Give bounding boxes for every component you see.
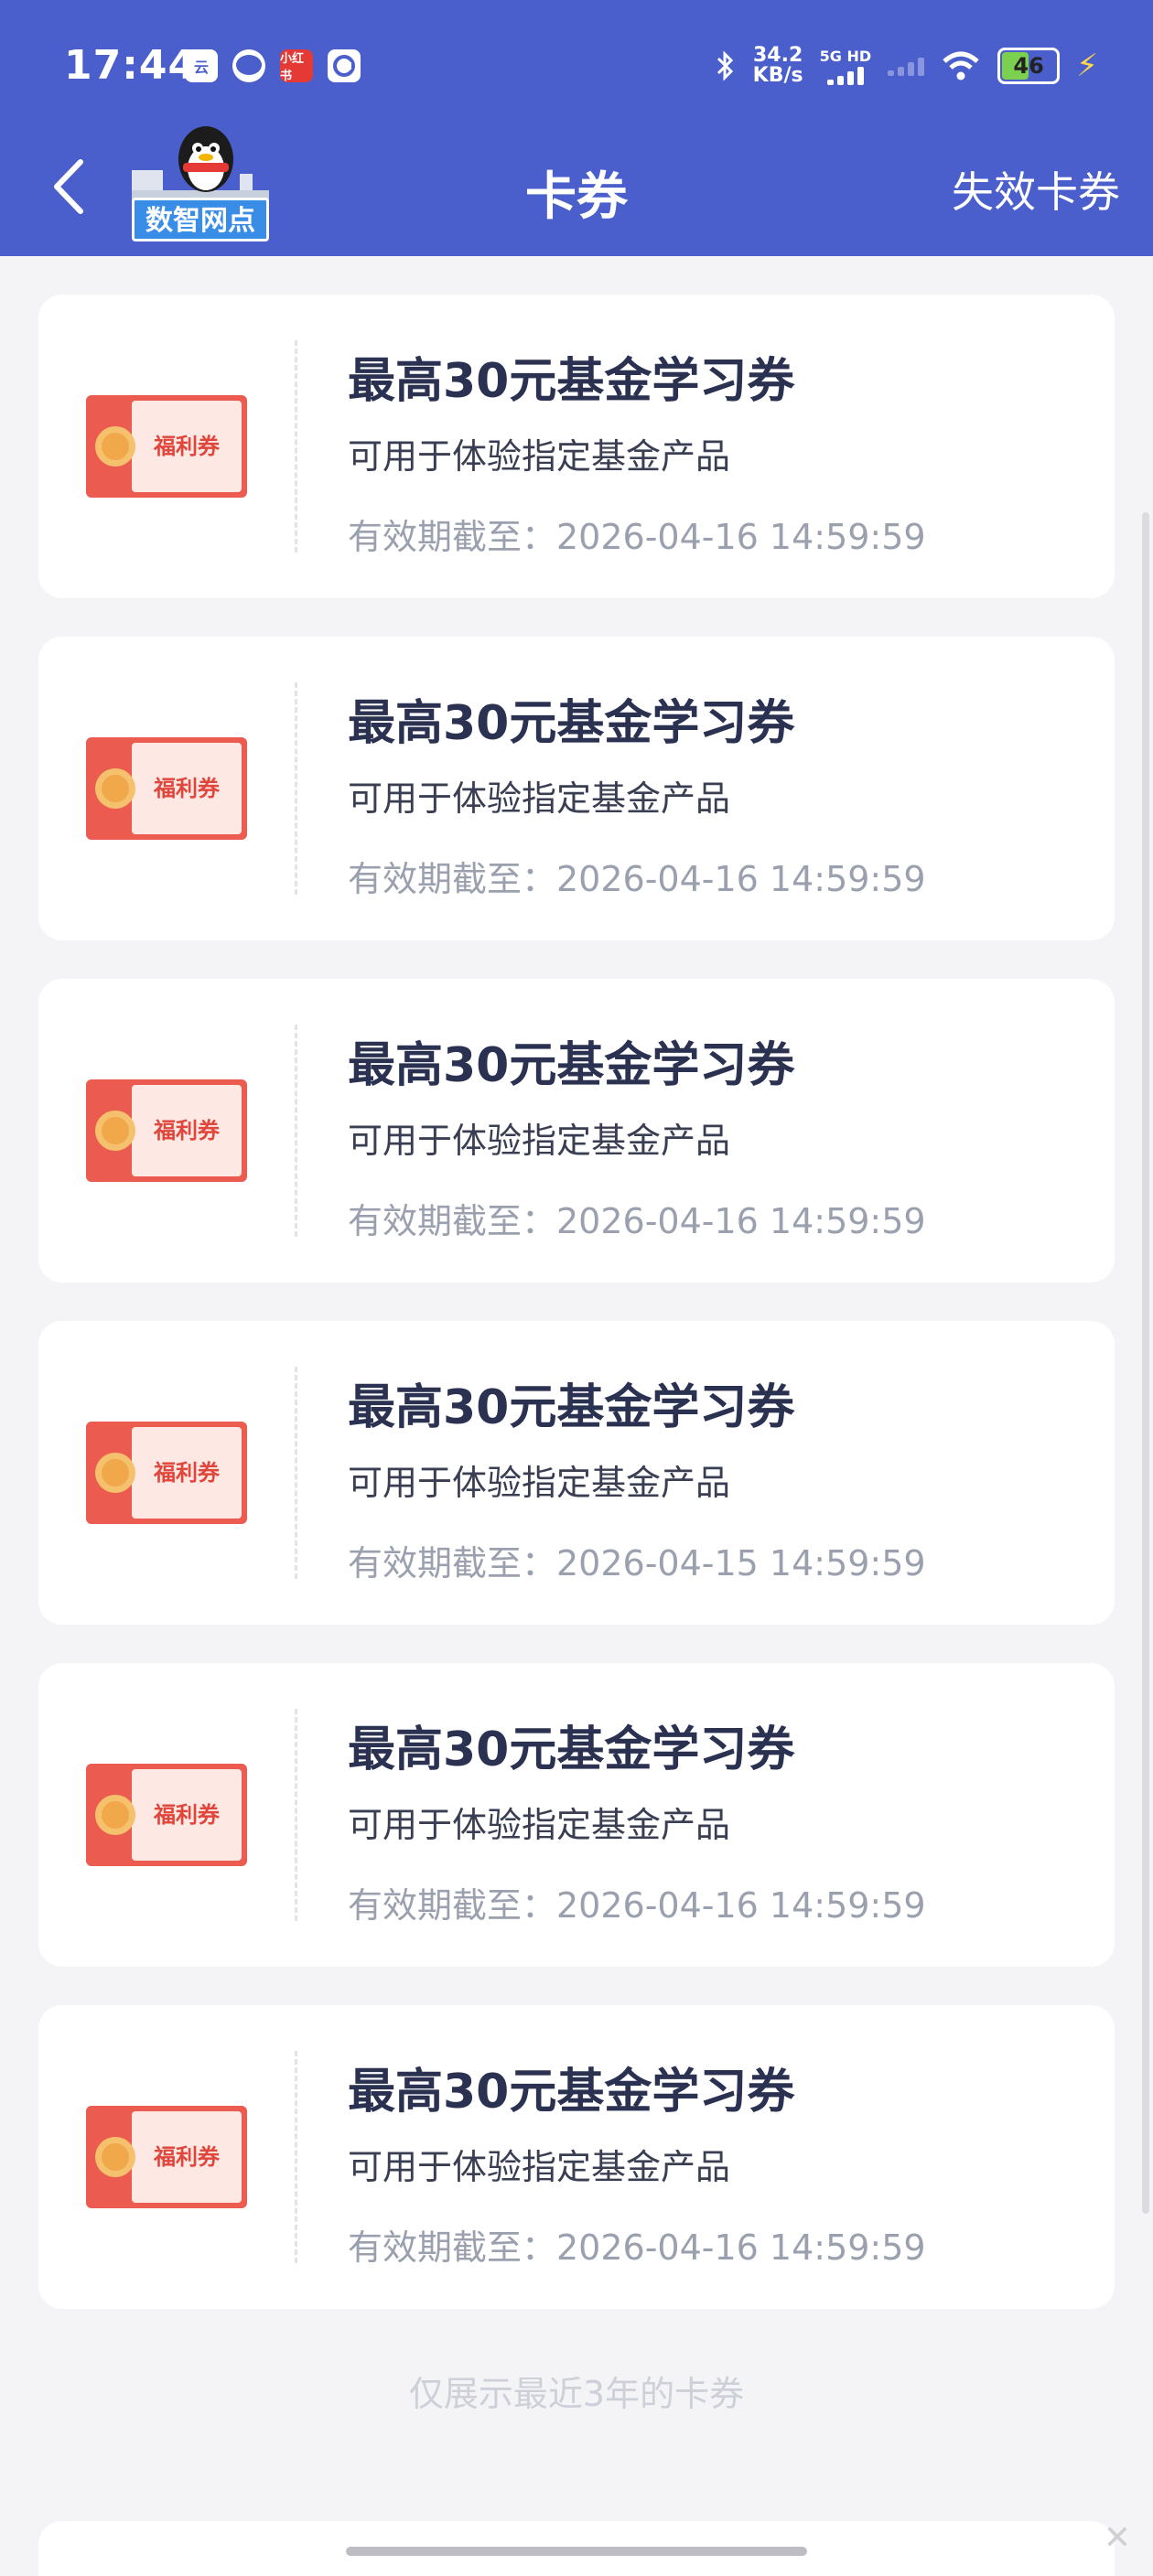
coupon-expiry: 有效期截至：2026-04-16 14:59:59 <box>348 1885 926 1926</box>
ticket-badge-text: 福利券 <box>153 1802 221 1828</box>
coupon-expiry: 有效期截至：2026-04-16 14:59:59 <box>348 859 926 899</box>
welfare-ticket-icon: 福利券 <box>86 1422 247 1524</box>
coupon-card[interactable]: 福利券 最高30元基金学习券 可用于体验指定基金产品 有效期截至：2026-04… <box>38 637 1115 940</box>
coupon-description: 可用于体验指定基金产品 <box>348 1805 731 1845</box>
scrollbar[interactable] <box>1142 512 1149 2214</box>
ticket-badge-text: 福利券 <box>153 776 221 801</box>
coupon-title: 最高30元基金学习券 <box>348 1723 795 1777</box>
coupon-title: 最高30元基金学习券 <box>348 1380 795 1435</box>
welfare-ticket-icon: 福利券 <box>86 1079 247 1182</box>
coupon-card[interactable]: 福利券 最高30元基金学习券 可用于体验指定基金产品 有效期截至：2026-04… <box>38 295 1115 598</box>
expired-coupons-link[interactable]: 失效卡券 <box>952 159 1120 220</box>
welfare-ticket-icon: 福利券 <box>86 2106 247 2208</box>
coupon-expiry: 有效期截至：2026-04-16 14:59:59 <box>348 2227 926 2268</box>
coupon-description: 可用于体验指定基金产品 <box>348 1121 731 1161</box>
coupon-title: 最高30元基金学习券 <box>348 2065 795 2120</box>
ticket-badge-text: 福利券 <box>153 1460 221 1486</box>
wifi-icon <box>943 51 979 80</box>
browser-app-icon <box>328 49 361 82</box>
coupon-title: 最高30元基金学习券 <box>348 1038 795 1093</box>
dashed-divider <box>295 682 297 895</box>
net-speed: 34.2 KB/s <box>753 46 803 86</box>
coupon-card[interactable]: 福利券 最高30元基金学习券 可用于体验指定基金产品 有效期截至：2026-04… <box>38 1321 1115 1625</box>
battery-icon: 46 <box>997 48 1061 84</box>
ticket-badge-text: 福利券 <box>153 2144 221 2170</box>
coupon-description: 可用于体验指定基金产品 <box>348 2147 731 2187</box>
ticket-badge-text: 福利券 <box>153 1118 221 1143</box>
signal-bars-icon <box>826 65 864 85</box>
bluetooth-icon <box>717 50 733 81</box>
coupon-card[interactable]: 福利券 最高30元基金学习券 可用于体验指定基金产品 有效期截至：2026-04… <box>38 2005 1115 2309</box>
coupon-title: 最高30元基金学习券 <box>348 696 795 751</box>
coupon-description: 可用于体验指定基金产品 <box>348 778 731 819</box>
coupon-expiry: 有效期截至：2026-04-15 14:59:59 <box>348 1543 926 1583</box>
coupon-description: 可用于体验指定基金产品 <box>348 436 731 477</box>
signal-bars-dim-icon <box>888 56 925 76</box>
coupon-card[interactable]: 福利券 最高30元基金学习券 可用于体验指定基金产品 有效期截至：2026-04… <box>38 1663 1115 1967</box>
message-bubble-icon <box>232 49 265 82</box>
notification-icons: 云 小红书 <box>185 49 361 83</box>
net-speed-unit: KB/s <box>752 64 803 87</box>
dashed-divider <box>295 1709 297 1921</box>
welfare-ticket-icon: 福利券 <box>86 1764 247 1866</box>
ticket-badge-text: 福利券 <box>153 434 221 459</box>
welfare-ticket-icon: 福利券 <box>86 737 247 840</box>
network-label: 5G HD <box>819 47 872 65</box>
coupon-description: 可用于体验指定基金产品 <box>348 1463 731 1503</box>
dashed-divider <box>295 2051 297 2263</box>
coupon-card[interactable]: 福利券 最高30元基金学习券 可用于体验指定基金产品 有效期截至：2026-04… <box>38 979 1115 1283</box>
app-header: 17:44 云 小红书 34.2 KB/s 5G HD 46 ⚡ 数智网点 卡券… <box>0 0 1153 256</box>
coupon-list: 福利券 最高30元基金学习券 可用于体验指定基金产品 有效期截至：2026-04… <box>38 295 1115 2347</box>
status-right-group: 34.2 KB/s 5G HD 46 ⚡ <box>715 46 1098 86</box>
footer-note: 仅展示最近3年的卡券 <box>408 2374 745 2414</box>
coupon-expiry: 有效期截至：2026-04-16 14:59:59 <box>348 1201 926 1241</box>
battery-level: 46 <box>1013 53 1044 79</box>
dashed-divider <box>295 1367 297 1579</box>
coupon-title: 最高30元基金学习券 <box>348 354 795 409</box>
welfare-ticket-icon: 福利券 <box>86 395 247 498</box>
charging-bolt-icon: ⚡ <box>1076 48 1098 84</box>
home-indicator[interactable] <box>346 2547 807 2556</box>
cloud-app-icon: 云 <box>185 49 218 82</box>
red-note-app-icon: 小红书 <box>280 49 313 83</box>
dashed-divider <box>295 1025 297 1237</box>
close-icon[interactable]: ✕ <box>1104 2519 1131 2557</box>
dashed-divider <box>295 340 297 553</box>
net-speed-value: 34.2 <box>752 44 803 67</box>
signal-5g-group: 5G HD <box>819 47 872 85</box>
status-time: 17:44 <box>64 42 198 89</box>
coupon-expiry: 有效期截至：2026-04-16 14:59:59 <box>348 517 926 557</box>
